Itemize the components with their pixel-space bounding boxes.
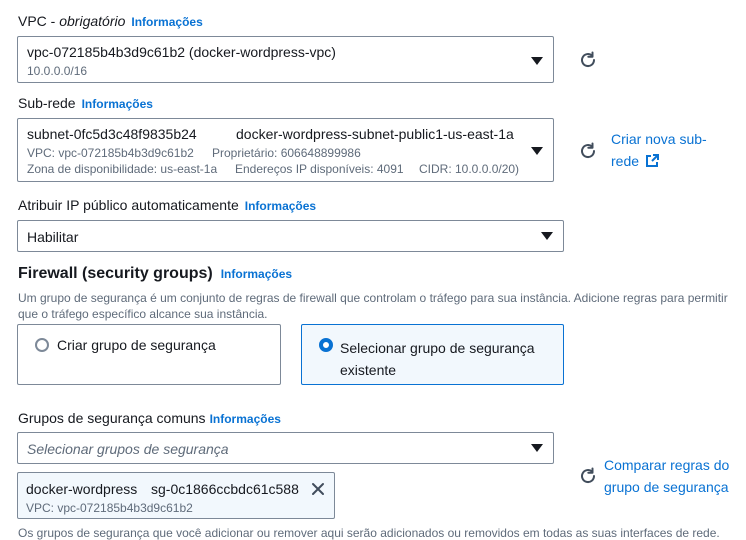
common-groups-label: Grupos de segurança comuns Informações <box>18 410 281 426</box>
radio-select-existing-security-group[interactable]: Selecionar grupo de segurança existente <box>301 324 564 385</box>
public-ip-value: Habilitar <box>27 229 79 245</box>
create-subnet-link-line1: Criar nova sub- <box>611 131 707 147</box>
subnet-available-ips: Endereços IP disponíveis: 4091 <box>235 162 404 176</box>
create-subnet-link-line2: rede <box>611 150 707 172</box>
subnet-vpc: VPC: vpc-072185b4b3d9c61b2 <box>27 146 194 160</box>
compare-rules-link-line1: Comparar regras do <box>604 457 730 473</box>
vpc-value: vpc-072185b4b3d9c61b2 (docker-wordpress-… <box>27 44 336 60</box>
public-ip-select[interactable]: Habilitar <box>17 220 564 252</box>
vpc-select[interactable]: vpc-072185b4b3d9c61b2 (docker-wordpress-… <box>17 36 554 83</box>
vpc-label: VPC - obrigatório Informações <box>18 13 203 29</box>
common-groups-info-link[interactable]: Informações <box>210 412 281 426</box>
vpc-info-link[interactable]: Informações <box>131 15 202 29</box>
refresh-icon[interactable] <box>578 50 598 70</box>
firewall-description-line1: Um grupo de segurança é um conjunto de r… <box>18 291 728 305</box>
radio-button[interactable] <box>35 338 49 352</box>
subnet-name: docker-wordpress-subnet-public1-us-east-… <box>236 126 514 142</box>
subnet-cidr: CIDR: 10.0.0.0/20) <box>419 162 520 176</box>
create-subnet-link[interactable]: Criar nova sub- rede <box>611 128 707 172</box>
caret-down-icon <box>541 232 553 240</box>
firewall-description: Um grupo de segurança é um conjunto de r… <box>18 290 746 322</box>
caret-down-icon <box>531 147 543 155</box>
radio-create-label: Criar grupo de segurança <box>57 337 216 353</box>
caret-down-icon <box>531 57 543 65</box>
external-link-icon <box>646 154 660 167</box>
refresh-icon[interactable] <box>578 141 598 161</box>
subnet-label: Sub-rede Informações <box>18 95 153 111</box>
close-icon[interactable] <box>311 482 325 496</box>
subnet-az: Zona de disponibilidade: us-east-1a <box>27 162 218 176</box>
caret-down-icon <box>531 444 543 452</box>
token-name: docker-wordpress <box>26 481 138 497</box>
security-group-token: docker-wordpress sg-0c1866ccbdc61c588 VP… <box>17 472 335 519</box>
subnet-info-link[interactable]: Informações <box>82 97 153 111</box>
token-vpc: VPC: vpc-072185b4b3d9c61b2 <box>26 501 193 515</box>
compare-rules-link-line2: grupo de segurança <box>604 479 729 495</box>
firewall-description-line2: que o tráfego específico alcance sua ins… <box>18 307 268 321</box>
radio-button-selected[interactable] <box>319 338 333 352</box>
public-ip-label: Atribuir IP público automaticamente Infor… <box>18 197 317 213</box>
radio-select-label: Selecionar grupo de segurança existente <box>340 337 535 381</box>
security-groups-placeholder: Selecionar grupos de segurança <box>27 441 229 457</box>
firewall-title: Firewall (security groups) Informações <box>18 265 293 282</box>
subnet-select[interactable]: subnet-0fc5d3c48f9835b24 docker-wordpres… <box>17 118 554 182</box>
radio-create-security-group[interactable]: Criar grupo de segurança <box>17 324 281 385</box>
firewall-info-link[interactable]: Informações <box>221 267 292 281</box>
security-groups-select[interactable]: Selecionar grupos de segurança <box>17 432 554 464</box>
radio-select-label-line1: Selecionar grupo de segurança <box>340 340 535 356</box>
token-id: sg-0c1866ccbdc61c588 <box>151 481 299 497</box>
security-groups-footer-note: Os grupos de segurança que você adiciona… <box>18 526 720 540</box>
radio-select-label-line2: existente <box>340 362 397 378</box>
refresh-icon[interactable] <box>578 466 598 486</box>
subnet-id: subnet-0fc5d3c48f9835b24 <box>27 126 197 142</box>
public-ip-info-link[interactable]: Informações <box>245 199 316 213</box>
compare-rules-link[interactable]: Comparar regras do grupo de segurança <box>604 454 729 498</box>
subnet-owner: Proprietário: 606648899986 <box>212 146 361 160</box>
vpc-cidr: 10.0.0.0/16 <box>27 64 88 78</box>
